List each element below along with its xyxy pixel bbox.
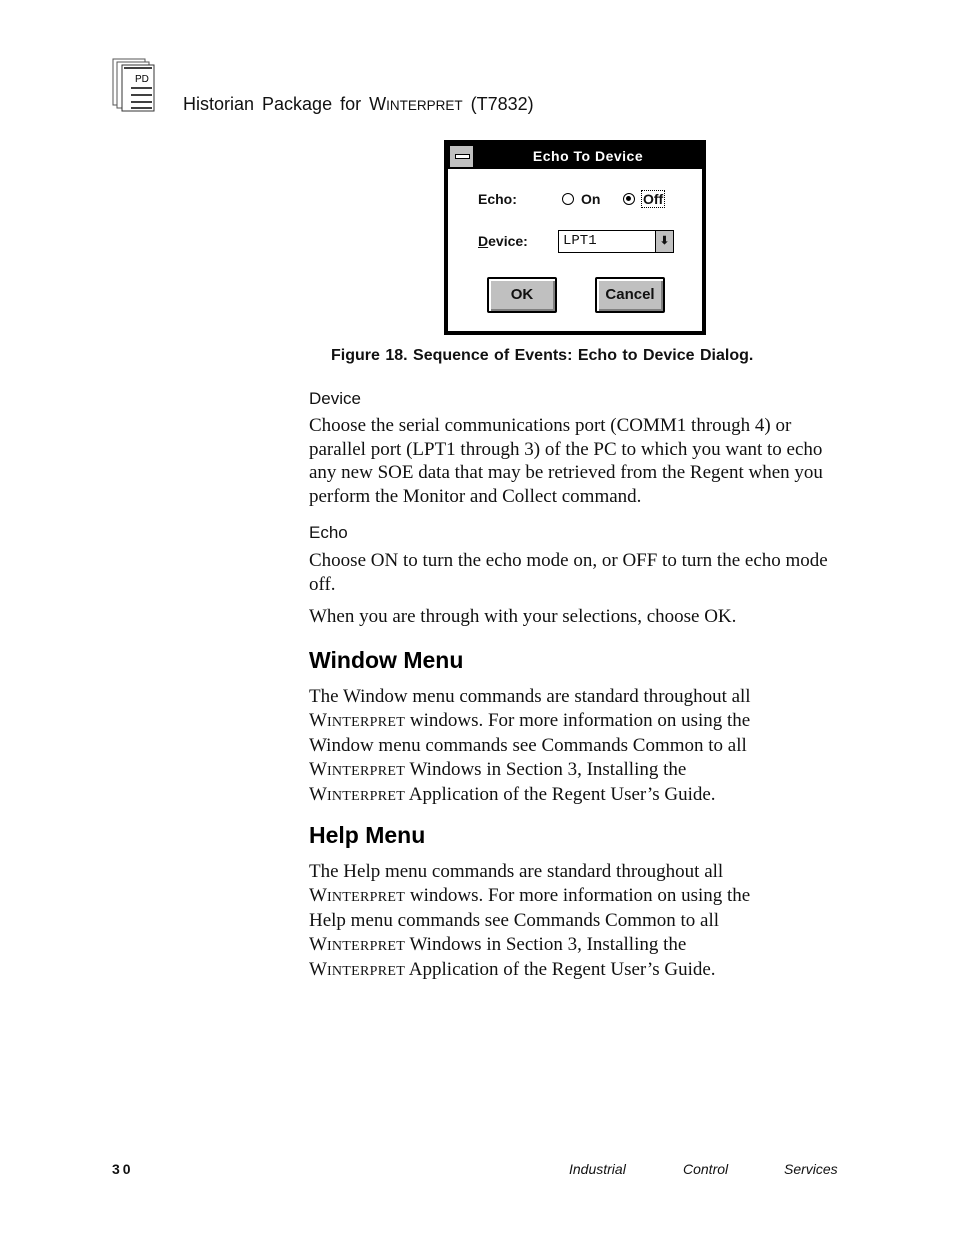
product-initial: W: [309, 709, 327, 731]
header-product-initial: W: [369, 94, 387, 114]
system-menu-icon[interactable]: [450, 146, 474, 167]
product-rest: INTERPRET: [326, 763, 406, 779]
text-line: WINTERPRET windows. For more information…: [309, 884, 844, 910]
footer-company-word-3: Services: [784, 1161, 838, 1177]
product-rest: INTERPRET: [326, 714, 406, 730]
radio-on-label: On: [581, 191, 601, 207]
line-rest: Windows in Section 3, Installing the: [405, 933, 687, 955]
document-logo-icon: PD: [112, 58, 155, 112]
text-line: WINTERPRET Windows in Section 3, Install…: [309, 933, 844, 959]
radio-echo-off[interactable]: Off: [623, 190, 666, 208]
text-line: The Help menu commands are standard thro…: [309, 861, 724, 882]
footer-company-word-2: Control: [683, 1161, 729, 1177]
echo-to-device-dialog: Echo To Device Echo: On Off Device: LPT1…: [444, 140, 706, 335]
text-line: The Window menu commands are standard th…: [309, 686, 751, 707]
product-rest: INTERPRET: [326, 938, 406, 954]
text-line: WINTERPRET windows. For more information…: [309, 709, 844, 735]
logo-text: PD: [135, 74, 149, 85]
echo-paragraph-2: When you are through with your selection…: [309, 606, 737, 627]
window-menu-heading: Window Menu: [309, 647, 464, 673]
radio-echo-on[interactable]: On: [562, 191, 600, 207]
radio-off-label: Off: [640, 190, 666, 208]
echo-subheading: Echo: [309, 523, 348, 542]
radio-unchecked-icon: [562, 193, 574, 205]
device-dropdown-value: LPT1: [563, 233, 597, 249]
device-label: Device:: [478, 233, 528, 249]
text-line: Window menu commands see Commands Common…: [309, 735, 747, 756]
line-rest: Application of the Regent User’s Guide.: [405, 959, 716, 980]
window-menu-paragraph: The Window menu commands are standard th…: [309, 685, 844, 809]
dialog-title: Echo To Device: [532, 148, 644, 164]
device-label-text: evice:: [488, 233, 528, 249]
ok-button[interactable]: OK: [487, 277, 557, 313]
running-header: Historian Package for WINTERPRET (T7832): [183, 94, 534, 115]
header-title-prefix: Historian Package for: [183, 94, 370, 114]
device-dropdown[interactable]: LPT1 ⬇: [558, 230, 674, 253]
cancel-button[interactable]: Cancel: [595, 277, 665, 313]
text-line: WINTERPRET Application of the Regent Use…: [309, 783, 844, 809]
line-rest: Application of the Regent User’s Guide.: [405, 784, 716, 805]
product-initial: W: [309, 784, 327, 805]
product-initial: W: [309, 884, 327, 906]
footer-company-word-1: Industrial: [569, 1161, 626, 1177]
figure-caption: Figure 18. Sequence of Events: Echo to D…: [331, 347, 754, 364]
text-line: Help menu commands see Commands Common t…: [309, 910, 720, 931]
device-paragraph: Choose the serial communications port (C…: [309, 415, 823, 507]
text-line: WINTERPRET Application of the Regent Use…: [309, 958, 844, 984]
header-title-suffix: (T7832): [462, 94, 534, 114]
line-rest: windows. For more information on using t…: [405, 884, 751, 906]
help-menu-paragraph: The Help menu commands are standard thro…: [309, 860, 844, 984]
product-initial: W: [309, 959, 327, 980]
product-initial: W: [309, 933, 327, 955]
dialog-titlebar: Echo To Device: [448, 144, 702, 169]
product-initial: W: [309, 758, 327, 780]
page-number: 30: [112, 1161, 134, 1177]
device-subheading: Device: [309, 389, 361, 408]
device-label-accelerator: D: [478, 233, 489, 249]
product-rest: INTERPRET: [326, 889, 406, 905]
help-menu-heading: Help Menu: [309, 822, 426, 848]
product-rest: INTERPRET: [326, 964, 406, 979]
line-rest: Windows in Section 3, Installing the: [405, 758, 687, 780]
radio-checked-icon: [623, 193, 635, 205]
echo-paragraph: Choose ON to turn the echo mode on, or O…: [309, 550, 828, 595]
text-line: WINTERPRET Windows in Section 3, Install…: [309, 758, 844, 784]
product-rest: INTERPRET: [326, 789, 406, 804]
line-rest: windows. For more information on using t…: [405, 709, 751, 731]
echo-label: Echo:: [478, 191, 517, 207]
header-product-rest: INTERPRET: [386, 98, 463, 113]
dropdown-arrow-icon[interactable]: ⬇: [655, 231, 673, 252]
